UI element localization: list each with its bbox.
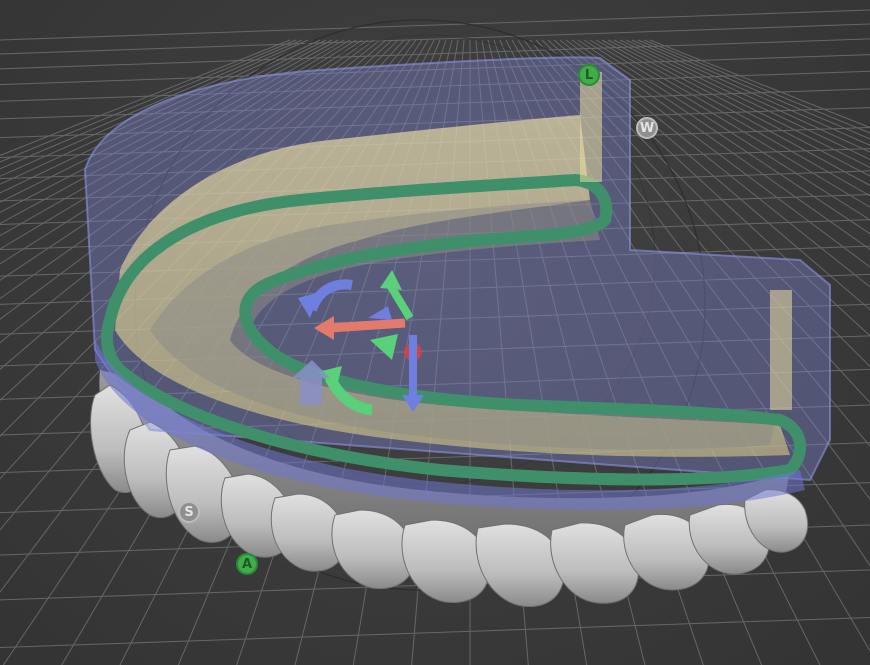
handle-bottom[interactable]: A [236, 553, 258, 575]
handle-right-label: W [639, 120, 655, 136]
scene-canvas[interactable] [0, 0, 870, 665]
3d-viewport[interactable]: L W S A [0, 0, 870, 665]
handle-left[interactable]: S [178, 501, 200, 523]
handle-right[interactable]: W [636, 117, 658, 139]
shell-post-left [580, 72, 602, 182]
shell-post-right [770, 290, 792, 410]
handle-bottom-label: A [241, 556, 253, 572]
gizmo-axis-x[interactable] [329, 318, 406, 333]
handle-top[interactable]: L [578, 64, 600, 86]
handle-top-label: L [584, 67, 594, 83]
handle-left-label: S [184, 504, 194, 520]
